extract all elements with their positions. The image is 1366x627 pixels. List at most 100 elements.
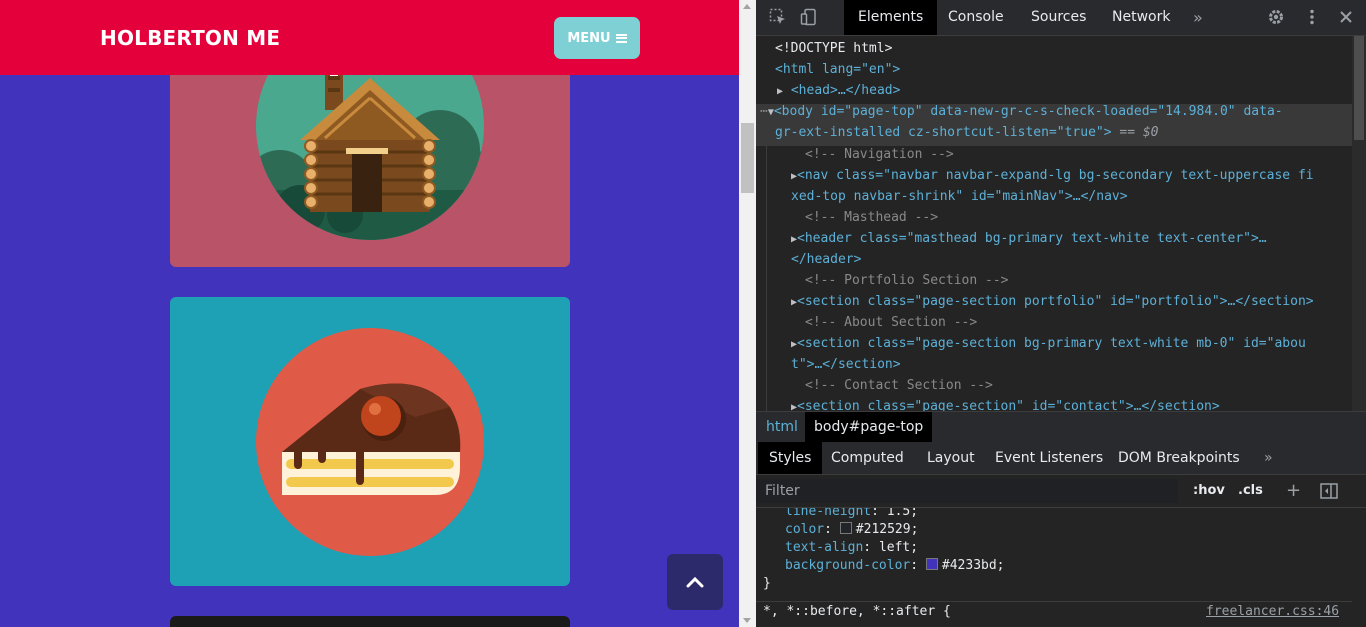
- body-open-tag-line1: <body id="page-top" data-new-gr-c-s-chec…: [773, 104, 1283, 119]
- dom-line-comment-masthead[interactable]: <!-- Masthead -->: [805, 207, 938, 228]
- header-tag-line2: </header>: [791, 252, 862, 267]
- dom-line-section-about[interactable]: ▶<section class="page-section bg-primary…: [791, 333, 1306, 354]
- style-value: #4233bd;: [941, 558, 1005, 573]
- comment-navigation: <!-- Navigation -->: [805, 147, 954, 162]
- hov-button[interactable]: :hov: [1193, 475, 1225, 507]
- selector-text: *, *::before, *::after {: [763, 604, 951, 619]
- body-open-tag-line2: gr-ext-installed cz-shortcut-listen="tru…: [775, 125, 1112, 140]
- inspect-element-icon[interactable]: [769, 8, 787, 26]
- sidebar-toggle-icon[interactable]: [1320, 483, 1338, 499]
- style-value: left;: [878, 540, 919, 555]
- style-decl-background-color[interactable]: background-color: #4233bd;: [785, 555, 1005, 576]
- style-rule-universal[interactable]: *, *::before, *::after {: [763, 601, 951, 622]
- menu-button[interactable]: MENU: [554, 17, 640, 59]
- page-scrollbar[interactable]: [739, 0, 756, 627]
- styles-filter-input[interactable]: Filter: [756, 479, 1178, 503]
- hamburger-icon: [615, 33, 627, 43]
- dom-line-header[interactable]: ▶<header class="masthead bg-primary text…: [791, 228, 1267, 249]
- tab-network[interactable]: Network: [1098, 0, 1184, 35]
- head-tag: <head>…</head>: [790, 83, 901, 98]
- dom-line-comment-portfolio[interactable]: <!-- Portfolio Section -->: [805, 270, 1009, 291]
- scroll-to-top-button[interactable]: [667, 554, 723, 610]
- dom-tree-scrollbar-thumb[interactable]: [1354, 36, 1364, 140]
- nav-tag-line1: <nav class="navbar navbar-expand-lg bg-s…: [797, 168, 1314, 183]
- tab-elements[interactable]: Elements: [844, 0, 938, 35]
- style-prop: text-align: [785, 540, 864, 555]
- dom-line-head[interactable]: ▶ <head>…</head>: [777, 80, 900, 101]
- dom-line-nav-cont[interactable]: xed-top navbar-shrink" id="mainNav">…</n…: [791, 186, 1128, 207]
- nav-tag-line2: xed-top navbar-shrink" id="mainNav">…</n…: [791, 189, 1128, 204]
- plus-icon[interactable]: +: [1286, 475, 1301, 507]
- gear-icon[interactable]: [1267, 8, 1285, 26]
- scroll-down-arrow-icon[interactable]: [743, 618, 751, 623]
- breadcrumb-html[interactable]: html: [757, 412, 807, 442]
- devtools-panel: Elements Console Sources Network » <!DOC…: [756, 0, 1366, 627]
- section-portfolio-tag: <section class="page-section portfolio" …: [797, 294, 1314, 309]
- device-toolbar-icon[interactable]: [800, 8, 818, 26]
- portfolio-item-cake[interactable]: [170, 297, 570, 586]
- tab-sources[interactable]: Sources: [1017, 0, 1100, 35]
- dom-line-comment-contact[interactable]: <!-- Contact Section -->: [805, 375, 993, 396]
- dom-line-section-portfolio[interactable]: ▶<section class="page-section portfolio"…: [791, 291, 1314, 312]
- dom-line-comment-about[interactable]: <!-- About Section -->: [805, 312, 977, 333]
- style-value: #212529;: [855, 522, 919, 537]
- dom-line-section-contact[interactable]: ▶<section class="page-section" id="conta…: [791, 396, 1220, 411]
- color-swatch[interactable]: [925, 558, 938, 570]
- dom-tree[interactable]: <!DOCTYPE html> <html lang="en"> ▶ <head…: [756, 36, 1352, 411]
- dom-line-nav[interactable]: ▶<nav class="navbar navbar-expand-lg bg-…: [791, 165, 1314, 186]
- page-scrollbar-thumb[interactable]: [741, 123, 754, 193]
- navbar: HOLBERTON ME MENU: [0, 0, 739, 75]
- dom-line-comment-nav[interactable]: <!-- Navigation -->: [805, 144, 954, 165]
- dom-line-body-cont[interactable]: gr-ext-installed cz-shortcut-listen="tru…: [775, 122, 1159, 143]
- close-icon[interactable]: [1337, 8, 1355, 26]
- ellipsis-icon[interactable]: ⋯: [760, 104, 768, 119]
- sidebar-tabs: Styles Computed Layout Event Listeners D…: [756, 442, 1366, 475]
- section-about-tag-line1: <section class="page-section bg-primary …: [797, 336, 1306, 351]
- portfolio-item-dark[interactable]: [170, 616, 570, 627]
- dom-line-html[interactable]: <html lang="en">: [775, 59, 900, 80]
- comment-portfolio: <!-- Portfolio Section -->: [805, 273, 1009, 288]
- styles-pane[interactable]: line-height: 1.5; color: #212529; text-a…: [756, 508, 1352, 627]
- tab-styles[interactable]: Styles: [758, 442, 823, 474]
- cake-icon: [256, 328, 484, 556]
- breadcrumb: html body#page-top: [756, 411, 1366, 443]
- selected-node-marker: == $0: [1111, 125, 1159, 140]
- style-rule-close: }: [763, 573, 771, 594]
- header-tag-line1: <header class="masthead bg-primary text-…: [797, 231, 1267, 246]
- more-tabs-button[interactable]: »: [1193, 0, 1203, 35]
- tab-console[interactable]: Console: [934, 0, 1018, 35]
- section-about-tag-line2: t">…</section>: [791, 357, 901, 372]
- style-prop: background-color: [785, 558, 911, 573]
- brand-logo-text[interactable]: HOLBERTON ME: [100, 26, 280, 50]
- menu-button-label: MENU: [567, 30, 611, 46]
- cls-button[interactable]: .cls: [1238, 475, 1263, 507]
- scroll-up-arrow-icon[interactable]: [743, 4, 751, 9]
- dom-line-doctype[interactable]: <!DOCTYPE html>: [775, 38, 892, 59]
- tab-layout[interactable]: Layout: [916, 442, 986, 474]
- vertical-dots-icon[interactable]: [1303, 8, 1321, 26]
- chevron-up-icon: [686, 576, 704, 588]
- html-open-tag: <html lang="en">: [775, 62, 901, 77]
- section-contact-tag: <section class="page-section" id="contac…: [797, 399, 1220, 411]
- source-link[interactable]: freelancer.css:46: [1206, 601, 1339, 622]
- breadcrumb-body[interactable]: body#page-top: [805, 412, 933, 442]
- website-viewport: HOLBERTON ME MENU: [0, 0, 739, 627]
- style-prop: color: [785, 522, 825, 537]
- tab-event-listeners[interactable]: Event Listeners: [984, 442, 1114, 474]
- more-sidebar-tabs-button[interactable]: »: [1253, 442, 1284, 474]
- devtools-toolbar: Elements Console Sources Network »: [756, 0, 1366, 36]
- dom-line-section-about-cont[interactable]: t">…</section>: [791, 354, 901, 375]
- doctype-text: <!DOCTYPE html>: [775, 41, 893, 56]
- closing-brace: }: [763, 576, 771, 591]
- tree-guide-line: [766, 146, 767, 411]
- expand-triangle-icon[interactable]: ▶: [777, 86, 783, 97]
- dom-tree-scrollbar[interactable]: [1352, 36, 1366, 411]
- style-value: 1.5;: [886, 508, 919, 519]
- dom-line-body[interactable]: ⋯▼<body id="page-top" data-new-gr-c-s-ch…: [760, 101, 1283, 122]
- color-swatch[interactable]: [839, 522, 852, 534]
- tab-computed[interactable]: Computed: [820, 442, 915, 474]
- comment-masthead: <!-- Masthead -->: [805, 210, 939, 225]
- styles-toolbar: Filter :hov .cls +: [756, 475, 1366, 508]
- tab-dom-breakpoints[interactable]: DOM Breakpoints: [1107, 442, 1251, 474]
- dom-line-header-cont[interactable]: </header>: [791, 249, 861, 270]
